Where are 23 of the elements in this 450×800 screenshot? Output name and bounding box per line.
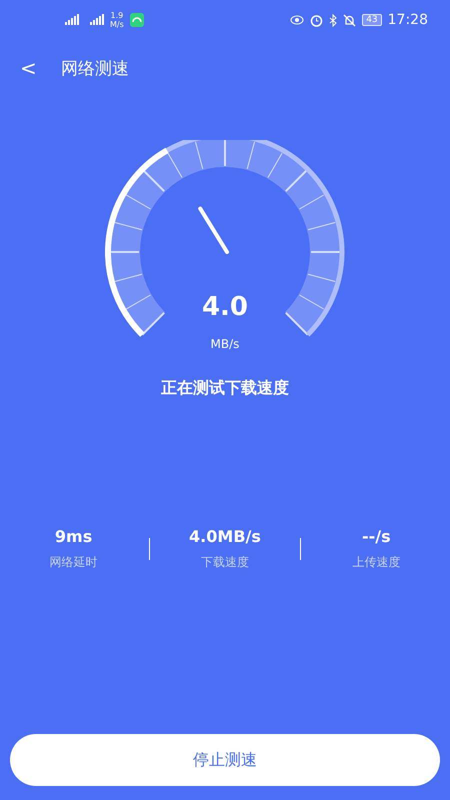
back-button[interactable]: < xyxy=(16,56,41,80)
mute-icon xyxy=(343,14,356,26)
bluetooth-icon xyxy=(329,14,338,26)
stat-value: 4.0MB/s xyxy=(189,527,261,546)
stat-label: 网络延时 xyxy=(50,554,98,571)
speed-unit: MB/s xyxy=(210,337,240,351)
alarm-icon xyxy=(310,14,324,26)
speed-value: 4.0 xyxy=(202,292,248,322)
battery-level: 43 xyxy=(362,14,382,26)
eye-icon xyxy=(290,15,304,25)
test-status: 正在测试下载速度 xyxy=(160,378,290,399)
stat-label: 下载速度 xyxy=(200,554,249,571)
clock-time: 17:28 xyxy=(388,12,428,28)
stat-value: 9ms xyxy=(54,527,92,546)
stat-label: 上传速度 xyxy=(352,554,400,571)
net-speed: 1.9 xyxy=(110,11,124,20)
page-title: 网络测速 xyxy=(60,58,129,80)
stat-value: --/s xyxy=(362,527,391,546)
gauge-needle xyxy=(198,206,229,254)
stop-test-button[interactable]: 停止测速 xyxy=(10,734,440,786)
net-speed-unit: M/s xyxy=(110,20,124,29)
signal-icon xyxy=(64,14,104,26)
hotspot-icon xyxy=(130,13,144,27)
